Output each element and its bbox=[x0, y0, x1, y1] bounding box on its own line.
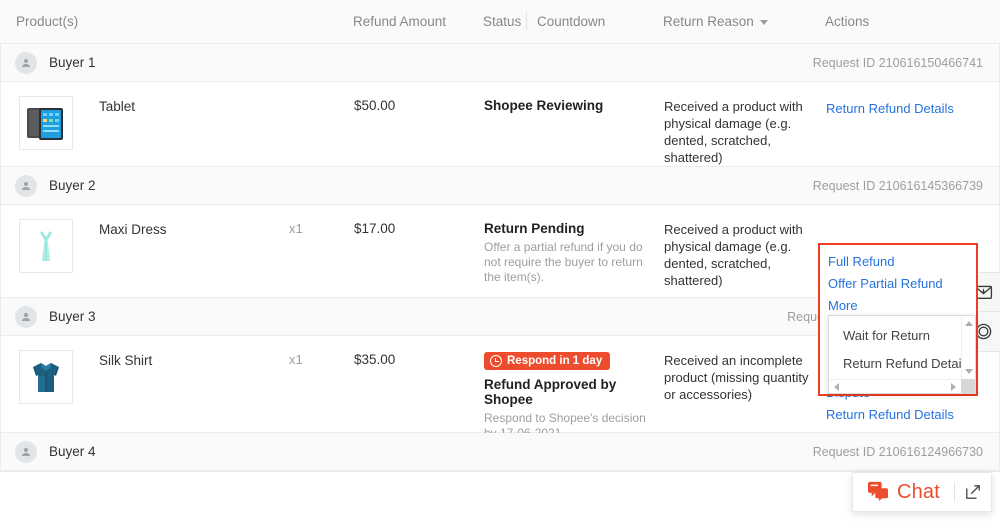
submenu-item-return-refund-details[interactable]: Return Refund Details bbox=[829, 350, 975, 378]
countdown-label: Respond in 1 day bbox=[507, 355, 603, 367]
buyer-name[interactable]: Buyer 4 bbox=[49, 444, 96, 459]
submenu-item-wait-for-return[interactable]: Wait for Return bbox=[829, 322, 975, 350]
column-header-actions: Actions bbox=[825, 14, 870, 29]
product-name[interactable]: Maxi Dress bbox=[99, 219, 167, 239]
action-more[interactable]: More bbox=[828, 295, 976, 317]
column-header-return-reason[interactable]: Return Reason bbox=[663, 14, 768, 29]
countdown-badge: Respond in 1 day bbox=[484, 352, 611, 370]
buyer-name[interactable]: Buyer 1 bbox=[49, 55, 96, 70]
order-card-header: Buyer 1 Request ID 210616150466741 bbox=[1, 44, 999, 82]
actions-cell: Return Refund Details bbox=[826, 96, 986, 120]
status-cell: Return Pending Offer a partial refund if… bbox=[484, 219, 654, 285]
product-name[interactable]: Silk Shirt bbox=[99, 350, 152, 370]
scroll-down-arrow-icon[interactable] bbox=[965, 369, 973, 374]
action-return-refund-details[interactable]: Return Refund Details bbox=[826, 98, 986, 120]
status-title: Shopee Reviewing bbox=[484, 98, 604, 113]
return-reason: Received a product with physical damage … bbox=[664, 222, 803, 288]
column-header-refund-amount: Refund Amount bbox=[353, 14, 447, 29]
return-reason: Received a product with physical damage … bbox=[664, 99, 803, 165]
product-name[interactable]: Tablet bbox=[99, 96, 135, 116]
avatar bbox=[15, 305, 37, 328]
status-cell: Respond in 1 day Refund Approved by Shop… bbox=[484, 350, 654, 441]
submenu-vertical-scrollbar[interactable] bbox=[961, 316, 975, 379]
scroll-right-arrow-icon[interactable] bbox=[951, 383, 956, 391]
action-popup-highlight: Full Refund Offer Partial Refund More Wa… bbox=[818, 243, 978, 396]
return-reason: Received an incomplete product (missing … bbox=[664, 353, 809, 402]
product-thumbnail-maxi-dress bbox=[19, 219, 73, 273]
order-card-header: Buyer 4 Request ID 210616124966730 bbox=[1, 433, 999, 471]
scroll-up-arrow-icon[interactable] bbox=[965, 321, 973, 326]
action-return-refund-details[interactable]: Return Refund Details bbox=[826, 404, 986, 426]
product-quantity: x1 bbox=[289, 352, 303, 367]
table-header-row: Product(s) Refund Amount Status Countdow… bbox=[0, 0, 1000, 44]
status-subtitle: Offer a partial refund if you do not req… bbox=[484, 240, 643, 284]
status-cell: Shopee Reviewing bbox=[484, 96, 654, 113]
request-id: Request ID 210616145366739 bbox=[812, 178, 983, 193]
header-divider bbox=[526, 12, 527, 30]
status-title: Return Pending bbox=[484, 221, 585, 236]
chat-divider bbox=[954, 482, 955, 502]
chevron-down-icon bbox=[759, 20, 768, 25]
expand-arrow-icon bbox=[966, 485, 980, 499]
column-header-products: Product(s) bbox=[16, 14, 79, 29]
refund-amount: $50.00 bbox=[354, 98, 396, 113]
product-thumbnail-tablet bbox=[19, 96, 73, 150]
avatar bbox=[15, 440, 37, 463]
clock-icon bbox=[490, 355, 502, 367]
order-card: Buyer 4 Request ID 210616124966730 bbox=[0, 433, 1000, 472]
chat-expand-button[interactable] bbox=[965, 484, 981, 500]
refund-amount: $17.00 bbox=[354, 221, 396, 236]
status-title: Refund Approved by Shopee bbox=[484, 377, 617, 407]
action-popup-links: Full Refund Offer Partial Refund More bbox=[820, 245, 976, 317]
column-header-countdown: Countdown bbox=[537, 14, 606, 29]
more-submenu-items: Wait for Return Return Refund Details bbox=[829, 316, 975, 378]
product-quantity: x1 bbox=[289, 221, 303, 236]
product-cell: Maxi Dress bbox=[19, 219, 167, 273]
avatar bbox=[15, 51, 37, 74]
buyer-name[interactable]: Buyer 2 bbox=[49, 178, 96, 193]
product-cell: Silk Shirt bbox=[19, 350, 152, 404]
product-thumbnail-silk-shirt bbox=[19, 350, 73, 404]
request-id: Request ID 210616150466741 bbox=[812, 55, 983, 70]
order-card-header: Buyer 2 Request ID 210616145366739 bbox=[1, 167, 999, 205]
more-submenu: Wait for Return Return Refund Details bbox=[828, 315, 976, 394]
chat-label: Chat bbox=[896, 480, 940, 503]
refund-requests-page: Product(s) Refund Amount Status Countdow… bbox=[0, 0, 1000, 522]
request-id: Request ID 210616124966730 bbox=[812, 444, 983, 459]
avatar bbox=[15, 174, 37, 197]
order-card: Buyer 1 Request ID 210616150466741 Table… bbox=[0, 44, 1000, 167]
refund-amount: $35.00 bbox=[354, 352, 396, 367]
column-header-status: Status bbox=[483, 14, 522, 29]
scroll-left-arrow-icon[interactable] bbox=[834, 383, 839, 391]
order-card-body: Tablet $50.00 Shopee Reviewing Received … bbox=[1, 82, 999, 166]
chat-widget[interactable]: Chat bbox=[851, 472, 992, 512]
action-offer-partial-refund[interactable]: Offer Partial Refund bbox=[828, 273, 976, 295]
product-cell: Tablet bbox=[19, 96, 135, 150]
buyer-name[interactable]: Buyer 3 bbox=[49, 309, 96, 324]
submenu-horizontal-scrollbar[interactable] bbox=[829, 379, 975, 393]
scrollbar-corner bbox=[961, 379, 975, 393]
action-full-refund[interactable]: Full Refund bbox=[828, 251, 976, 273]
chat-bubbles-icon bbox=[867, 481, 889, 504]
column-header-return-reason-label: Return Reason bbox=[663, 14, 754, 29]
